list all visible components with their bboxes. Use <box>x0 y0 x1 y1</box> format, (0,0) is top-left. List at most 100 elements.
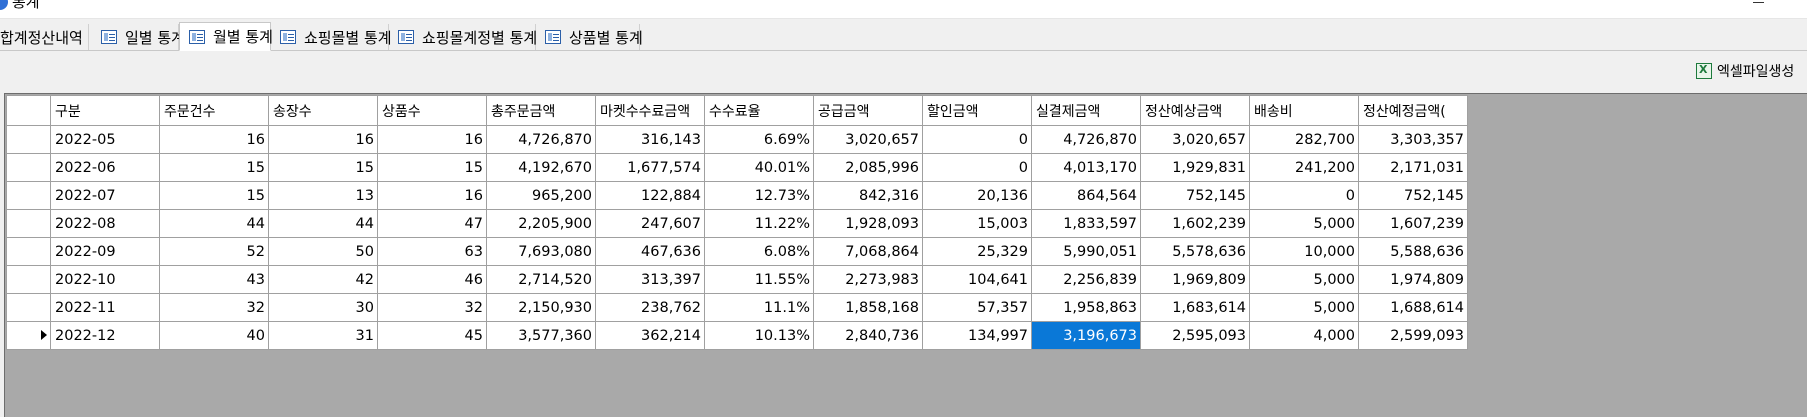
grid-cell[interactable]: 3,020,657 <box>1140 125 1250 154</box>
tab-product-stats[interactable]: 상품별 통계 <box>536 24 643 50</box>
grid-cell[interactable]: 6.69% <box>704 125 814 154</box>
grid-cell[interactable]: 104,641 <box>922 265 1032 294</box>
grid-cell[interactable]: 842,316 <box>813 181 923 210</box>
export-excel-button[interactable]: 엑셀파일생성 <box>1696 60 1794 82</box>
grid-cell[interactable]: 15 <box>268 153 378 182</box>
grid-cell[interactable]: 5,000 <box>1249 265 1359 294</box>
grid-cell[interactable]: 3,303,357 <box>1358 125 1468 154</box>
grid-cell[interactable]: 15 <box>159 153 269 182</box>
grid-cell[interactable]: 247,607 <box>595 209 705 238</box>
grid-cell[interactable]: 2022-09 <box>50 237 160 266</box>
grid-cell[interactable]: 40.01% <box>704 153 814 182</box>
grid-cell[interactable]: 316,143 <box>595 125 705 154</box>
grid-cell[interactable]: 0 <box>1249 181 1359 210</box>
grid-cell[interactable]: 5,000 <box>1249 209 1359 238</box>
grid-cell[interactable]: 12.73% <box>704 181 814 210</box>
grid-cell[interactable]: 10,000 <box>1249 237 1359 266</box>
grid-cell[interactable]: 241,200 <box>1249 153 1359 182</box>
grid-cell[interactable]: 313,397 <box>595 265 705 294</box>
grid-cell[interactable]: 1,958,863 <box>1031 293 1141 322</box>
grid-cell[interactable]: 50 <box>268 237 378 266</box>
grid-cell[interactable]: 16 <box>377 181 487 210</box>
grid-cell[interactable]: 11.22% <box>704 209 814 238</box>
column-header[interactable]: 배송비 <box>1249 95 1359 126</box>
column-header[interactable]: 주문건수 <box>159 95 269 126</box>
table-row[interactable]: 2022-09 52 50 63 7,693,080 467,636 6.08% 7,068,… <box>6 237 1468 266</box>
grid-cell[interactable]: 752,145 <box>1140 181 1250 210</box>
column-header[interactable]: 수수료율 <box>704 95 814 126</box>
grid-cell[interactable]: 2,085,996 <box>813 153 923 182</box>
grid-cell[interactable]: 1,683,614 <box>1140 293 1250 322</box>
table-row[interactable]: 2022-07 15 13 16 965,200 122,884 12.73% 842,316… <box>6 181 1468 210</box>
grid-cell[interactable]: 16 <box>159 125 269 154</box>
grid-cell[interactable]: 1,969,809 <box>1140 265 1250 294</box>
grid-cell[interactable]: 4,192,670 <box>486 153 596 182</box>
column-header[interactable]: 송장수 <box>268 95 378 126</box>
tab-mall-stats[interactable]: 쇼핑몰별 통계 <box>271 24 392 50</box>
table-row[interactable]: 2022-12 40 31 45 3,577,360 362,214 10.13% 2,840… <box>6 321 1468 350</box>
grid-cell[interactable]: 2022-06 <box>50 153 160 182</box>
grid-cell[interactable]: 16 <box>268 125 378 154</box>
row-header[interactable] <box>6 125 51 154</box>
grid-cell[interactable]: 11.55% <box>704 265 814 294</box>
minimize-button[interactable] <box>1748 0 1770 11</box>
column-header[interactable]: 정산예상금액 <box>1140 95 1250 126</box>
grid-cell[interactable]: 7,693,080 <box>486 237 596 266</box>
grid-cell[interactable]: 4,726,870 <box>1031 125 1141 154</box>
grid-cell[interactable]: 1,974,809 <box>1358 265 1468 294</box>
row-header[interactable] <box>6 153 51 182</box>
tab-daily-stats[interactable]: 일별 통계 <box>92 24 185 50</box>
grid-cell[interactable]: 57,357 <box>922 293 1032 322</box>
grid-cell[interactable]: 2022-08 <box>50 209 160 238</box>
grid-cell[interactable]: 5,000 <box>1249 293 1359 322</box>
tab-mall-account-stats[interactable]: 쇼핑몰계정별 통계 <box>389 24 537 50</box>
grid-cell[interactable]: 44 <box>268 209 378 238</box>
tab-monthly-stats[interactable]: 월별 통계 <box>179 22 273 51</box>
grid-cell[interactable]: 1,602,239 <box>1140 209 1250 238</box>
row-header[interactable] <box>6 265 51 294</box>
row-header[interactable] <box>6 321 51 350</box>
grid-cell[interactable]: 965,200 <box>486 181 596 210</box>
grid-cell[interactable]: 134,997 <box>922 321 1032 350</box>
grid-cell[interactable]: 2,599,093 <box>1358 321 1468 350</box>
grid-cell[interactable]: 25,329 <box>922 237 1032 266</box>
grid-cell[interactable]: 2,840,736 <box>813 321 923 350</box>
column-header[interactable]: 할인금액 <box>922 95 1032 126</box>
row-header[interactable] <box>6 209 51 238</box>
column-header[interactable]: 상품수 <box>377 95 487 126</box>
grid-cell[interactable]: 2,714,520 <box>486 265 596 294</box>
row-header[interactable] <box>6 237 51 266</box>
grid-cell[interactable]: 1,833,597 <box>1031 209 1141 238</box>
grid-cell[interactable]: 3,196,673 <box>1031 321 1141 350</box>
grid-cell[interactable]: 15 <box>377 153 487 182</box>
grid-cell[interactable]: 2022-11 <box>50 293 160 322</box>
column-header[interactable]: 공급금액 <box>813 95 923 126</box>
grid-cell[interactable]: 2022-12 <box>50 321 160 350</box>
grid-cell[interactable]: 47 <box>377 209 487 238</box>
grid-cell[interactable]: 20,136 <box>922 181 1032 210</box>
grid-cell[interactable]: 63 <box>377 237 487 266</box>
grid-cell[interactable]: 1,677,574 <box>595 153 705 182</box>
grid-cell[interactable]: 32 <box>377 293 487 322</box>
grid-cell[interactable]: 16 <box>377 125 487 154</box>
grid-cell[interactable]: 2022-07 <box>50 181 160 210</box>
grid-cell[interactable]: 2,595,093 <box>1140 321 1250 350</box>
grid-cell[interactable]: 752,145 <box>1358 181 1468 210</box>
grid-cell[interactable]: 3,020,657 <box>813 125 923 154</box>
column-header[interactable]: 실결제금액 <box>1031 95 1141 126</box>
row-header[interactable] <box>6 181 51 210</box>
grid-cell[interactable]: 32 <box>159 293 269 322</box>
grid-cell[interactable]: 1,928,093 <box>813 209 923 238</box>
grid-cell[interactable]: 43 <box>159 265 269 294</box>
grid-cell[interactable]: 15,003 <box>922 209 1032 238</box>
grid-cell[interactable]: 13 <box>268 181 378 210</box>
grid-cell[interactable]: 1,688,614 <box>1358 293 1468 322</box>
grid-cell[interactable]: 31 <box>268 321 378 350</box>
column-header[interactable]: 구분 <box>50 95 160 126</box>
grid-cell[interactable]: 362,214 <box>595 321 705 350</box>
grid-cell[interactable]: 2,256,839 <box>1031 265 1141 294</box>
grid-cell[interactable]: 30 <box>268 293 378 322</box>
grid-cell[interactable]: 1,858,168 <box>813 293 923 322</box>
grid-cell[interactable]: 467,636 <box>595 237 705 266</box>
grid-cell[interactable]: 44 <box>159 209 269 238</box>
